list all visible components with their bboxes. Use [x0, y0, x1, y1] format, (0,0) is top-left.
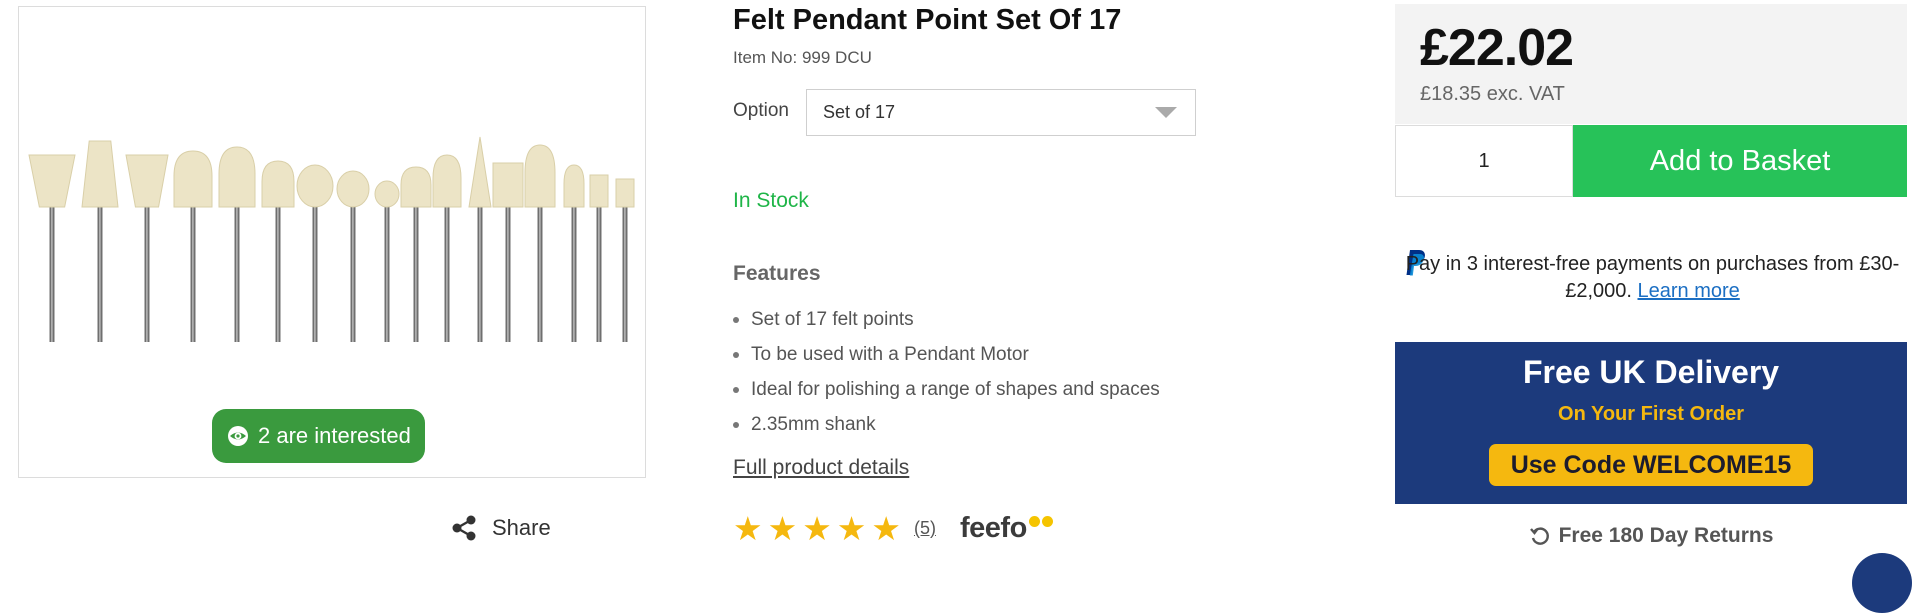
felt-point — [81, 140, 119, 342]
felt-point — [125, 154, 169, 342]
felt-point — [261, 160, 295, 342]
features-list: Set of 17 felt points To be used with a … — [733, 302, 1160, 442]
paypal-pay-in-3: Pay in 3 interest-free payments on purch… — [1400, 251, 1905, 305]
felt-point — [563, 164, 585, 342]
felt-point — [468, 136, 492, 342]
list-item: Set of 17 felt points — [733, 302, 1160, 337]
interest-badge: 2 are interested — [212, 409, 425, 463]
option-selected-value: Set of 17 — [823, 102, 896, 122]
stock-status: In Stock — [733, 189, 809, 212]
felt-point — [492, 162, 524, 342]
add-to-basket-button[interactable]: Add to Basket — [1573, 125, 1907, 197]
price-ex-vat: £18.35 exc. VAT — [1420, 83, 1565, 105]
chevron-down-icon — [1155, 107, 1177, 118]
share-button[interactable]: Share — [450, 514, 551, 542]
felt-point — [589, 174, 609, 342]
option-select[interactable]: Set of 17 — [806, 89, 1196, 136]
felt-point — [400, 166, 432, 342]
felt-point — [173, 150, 213, 342]
bullet-icon — [733, 316, 739, 323]
list-item: Ideal for polishing a range of shapes an… — [733, 372, 1160, 407]
product-image — [28, 136, 635, 342]
share-label: Share — [492, 515, 551, 540]
features-heading: Features — [733, 262, 821, 285]
review-count-link[interactable]: (5) — [914, 518, 936, 539]
felt-point — [336, 170, 370, 342]
price: £22.02 — [1420, 19, 1574, 77]
promo-title: Free UK Delivery — [1522, 354, 1780, 390]
learn-more-link[interactable]: Learn more — [1638, 280, 1740, 302]
felt-point — [432, 154, 462, 342]
full-product-details-link[interactable]: Full product details — [733, 456, 909, 480]
promo-code-badge: Use Code WELCOME15 — [1489, 444, 1813, 486]
felt-point — [218, 146, 256, 342]
felt-point — [374, 180, 400, 342]
list-item: To be used with a Pendant Motor — [733, 337, 1160, 372]
option-label: Option — [733, 100, 789, 121]
chat-bubble[interactable] — [1852, 553, 1912, 613]
feefo-logo[interactable]: feefo — [960, 512, 1053, 545]
felt-point — [296, 164, 334, 342]
felt-point — [524, 144, 556, 342]
quantity-input[interactable] — [1395, 125, 1573, 197]
star-icon: ★ — [871, 510, 901, 547]
bullet-icon — [733, 386, 739, 393]
rating-stars[interactable]: ★ ★ ★ ★ ★ (5) — [733, 512, 936, 545]
interest-badge-label: 2 are interested — [258, 423, 411, 448]
star-icon: ★ — [802, 510, 832, 547]
felt-point — [615, 178, 635, 342]
feefo-logo-text: feefo — [960, 512, 1027, 544]
bullet-icon — [733, 351, 739, 358]
eye-icon — [228, 426, 248, 446]
returns-link[interactable]: Free 180 Day Returns — [1395, 524, 1907, 548]
list-item: 2.35mm shank — [733, 407, 1160, 442]
share-icon — [452, 515, 476, 541]
star-icon: ★ — [733, 510, 763, 547]
item-number: Item No: 999 DCU — [733, 48, 872, 67]
refresh-icon — [1529, 527, 1549, 545]
star-icon: ★ — [767, 510, 798, 547]
felt-point — [28, 154, 76, 342]
returns-label: Free 180 Day Returns — [1558, 524, 1774, 547]
product-image-panel[interactable] — [18, 6, 646, 478]
bullet-icon — [733, 421, 739, 428]
product-title: Felt Pendant Point Set Of 17 — [733, 4, 1122, 36]
star-icon: ★ — [836, 510, 867, 547]
feefo-eyes-icon — [1028, 516, 1053, 527]
promo-subtitle: On Your First Order — [1558, 403, 1744, 425]
